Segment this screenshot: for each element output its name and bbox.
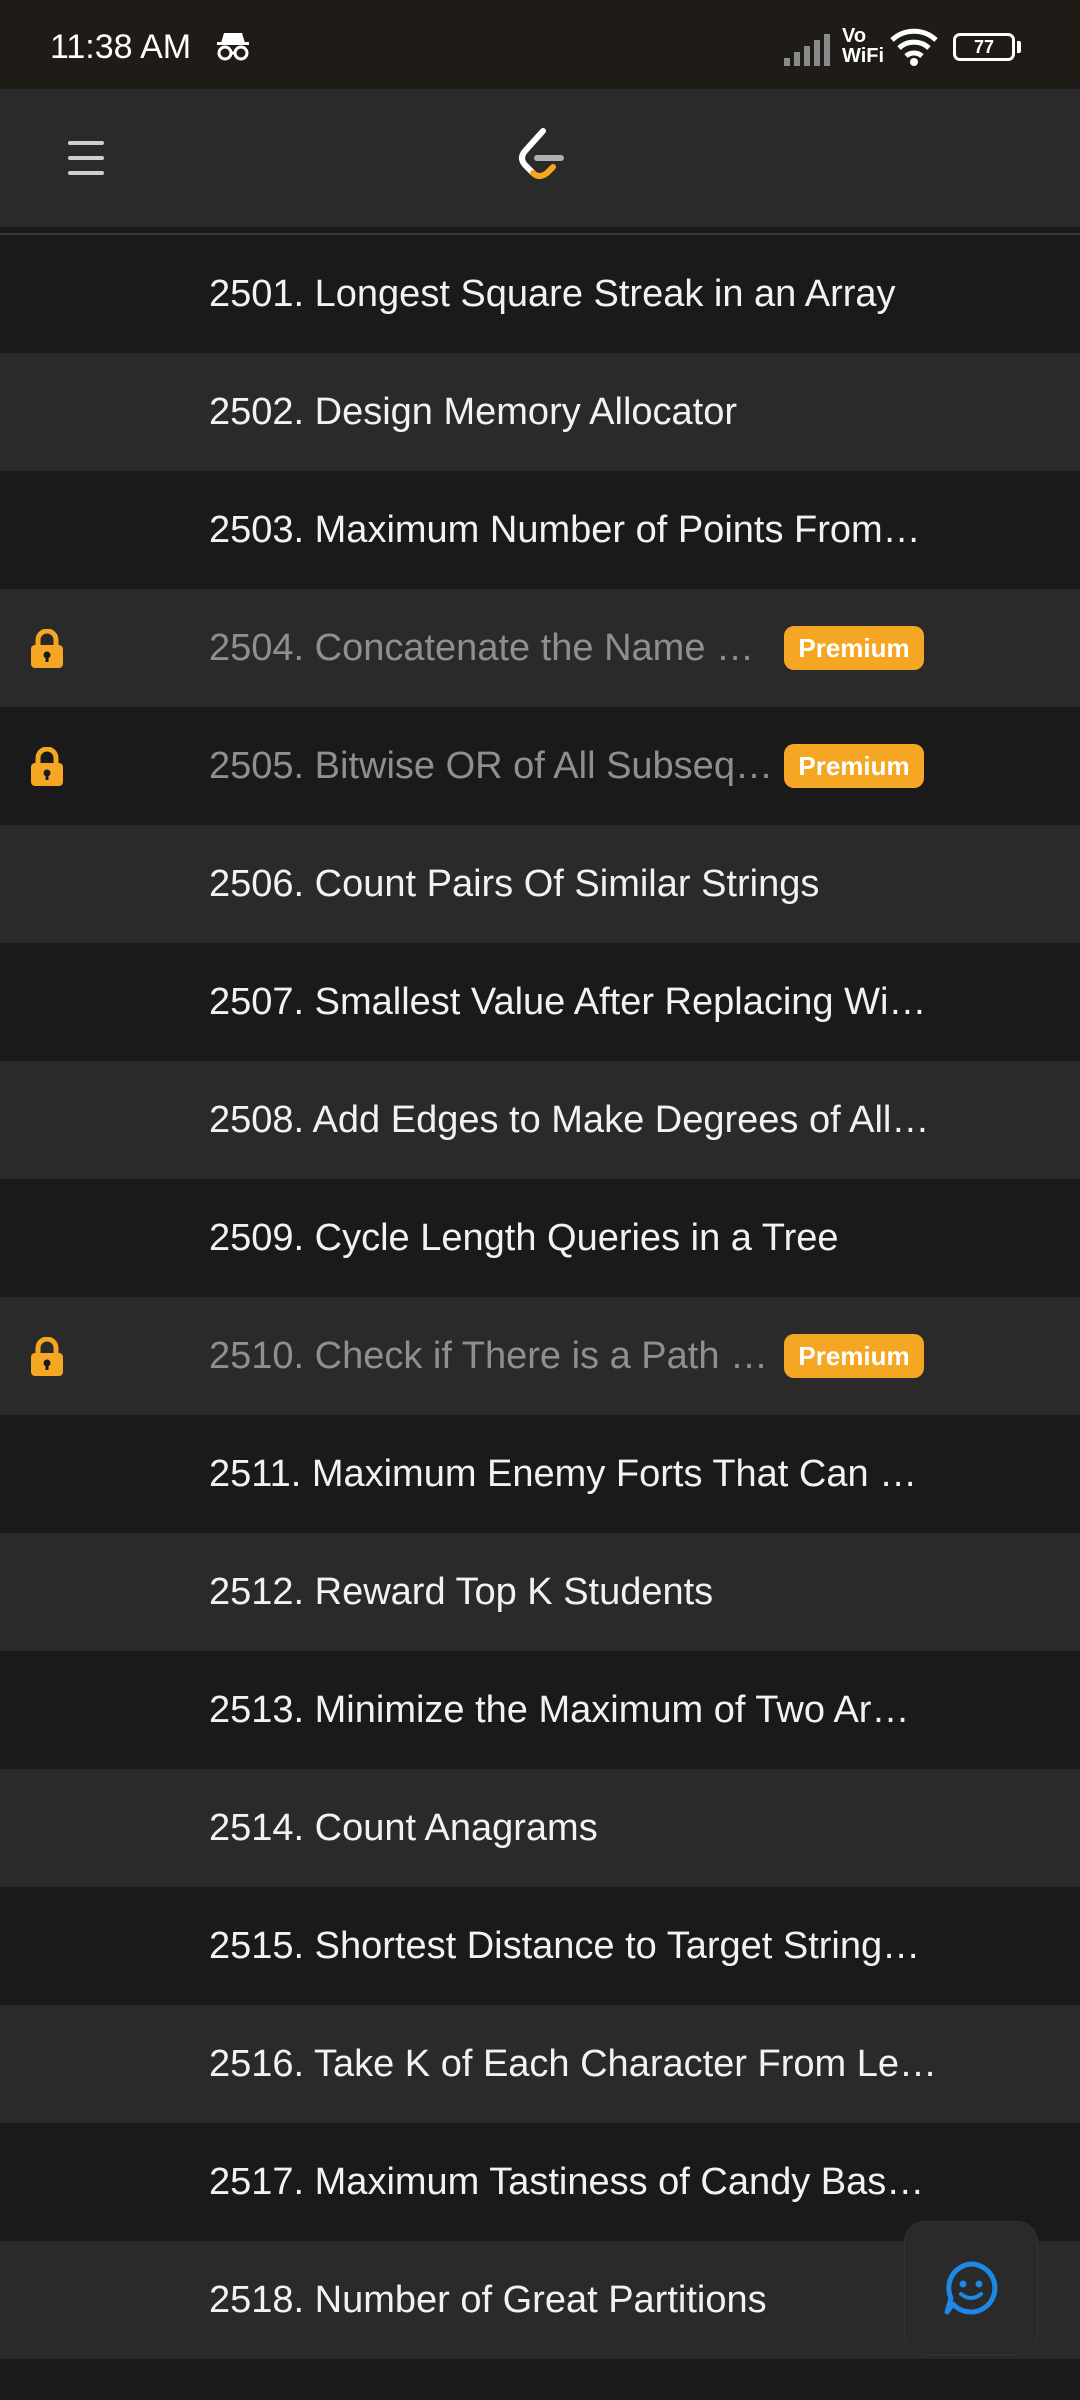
problem-title: 2517. Maximum Tastiness of Candy Bas… xyxy=(209,2161,925,2203)
problem-title: 2504. Concatenate the Name … xyxy=(209,627,755,669)
problem-title: 2510. Check if There is a Path … xyxy=(209,1335,769,1377)
problem-title: 2505. Bitwise OR of All Subseq… xyxy=(209,745,773,787)
lock-icon xyxy=(31,1337,63,1376)
lock-icon xyxy=(31,747,63,786)
vowifi-indicator: Vo WiFi xyxy=(842,26,884,66)
wifi-icon xyxy=(890,28,938,66)
problem-title: 2515. Shortest Distance to Target String… xyxy=(209,1925,921,1967)
premium-badge: Premium xyxy=(784,626,924,670)
signal-icon xyxy=(784,34,830,66)
chat-smiley-icon xyxy=(944,2261,998,2315)
problem-row[interactable]: 2506. Count Pairs Of Similar Strings xyxy=(0,825,1080,943)
problem-title: 2508. Add Edges to Make Degrees of All… xyxy=(209,1099,930,1141)
status-bar: 11:38 AM Vo WiFi 77 xyxy=(0,0,1080,89)
problem-row[interactable]: 2504. Concatenate the Name … Premium xyxy=(0,589,1080,707)
chat-fab[interactable] xyxy=(905,2222,1037,2354)
problem-title: 2513. Minimize the Maximum of Two Ar… xyxy=(209,1689,910,1731)
problem-title: 2511. Maximum Enemy Forts That Can … xyxy=(209,1453,918,1495)
problem-title: 2502. Design Memory Allocator xyxy=(209,391,738,433)
problem-row[interactable]: 2516. Take K of Each Character From Le… xyxy=(0,2005,1080,2123)
hamburger-menu-icon[interactable] xyxy=(60,135,112,181)
premium-badge: Premium xyxy=(784,1334,924,1378)
problem-row[interactable]: 2511. Maximum Enemy Forts That Can … xyxy=(0,1415,1080,1533)
problem-row[interactable]: 2513. Minimize the Maximum of Two Ar… xyxy=(0,1651,1080,1769)
battery-tip xyxy=(1017,41,1021,53)
problem-title: 2507. Smallest Value After Replacing Wi… xyxy=(209,981,927,1023)
problem-title: 2516. Take K of Each Character From Le… xyxy=(209,2043,937,2085)
battery-indicator: 77 xyxy=(953,33,1015,61)
problem-row[interactable]: 2507. Smallest Value After Replacing Wi… xyxy=(0,943,1080,1061)
problem-row[interactable]: 2512. Reward Top K Students xyxy=(0,1533,1080,1651)
problem-title: 2501. Longest Square Streak in an Array xyxy=(209,273,896,315)
app-header xyxy=(0,89,1080,227)
problem-row[interactable]: 2501. Longest Square Streak in an Array xyxy=(0,235,1080,353)
problem-row[interactable]: 2508. Add Edges to Make Degrees of All… xyxy=(0,1061,1080,1179)
problem-title: 2503. Maximum Number of Points From… xyxy=(209,509,921,551)
leetcode-logo[interactable] xyxy=(515,127,567,189)
problem-list: 2501. Longest Square Streak in an Array 2… xyxy=(0,235,1080,2359)
vowifi-line1: Vo xyxy=(842,25,867,47)
problem-title: 2512. Reward Top K Students xyxy=(209,1571,714,1613)
problem-row[interactable]: 2509. Cycle Length Queries in a Tree xyxy=(0,1179,1080,1297)
problem-title: 2518. Number of Great Partitions xyxy=(209,2279,767,2321)
problem-title: 2514. Count Anagrams xyxy=(209,1807,598,1849)
problem-row[interactable]: 2503. Maximum Number of Points From… xyxy=(0,471,1080,589)
status-time: 11:38 AM xyxy=(50,28,192,66)
problem-row[interactable]: 2502. Design Memory Allocator xyxy=(0,353,1080,471)
problem-row[interactable]: 2515. Shortest Distance to Target String… xyxy=(0,1887,1080,2005)
incognito-icon xyxy=(217,33,249,61)
problem-row[interactable]: 2514. Count Anagrams xyxy=(0,1769,1080,1887)
problem-row[interactable]: 2510. Check if There is a Path … Premium xyxy=(0,1297,1080,1415)
vowifi-line2: WiFi xyxy=(842,45,885,67)
problem-title: 2509. Cycle Length Queries in a Tree xyxy=(209,1217,839,1259)
premium-badge: Premium xyxy=(784,744,924,788)
problem-title: 2506. Count Pairs Of Similar Strings xyxy=(209,863,820,905)
problem-row[interactable]: 2505. Bitwise OR of All Subseq… Premium xyxy=(0,707,1080,825)
lock-icon xyxy=(31,629,63,668)
